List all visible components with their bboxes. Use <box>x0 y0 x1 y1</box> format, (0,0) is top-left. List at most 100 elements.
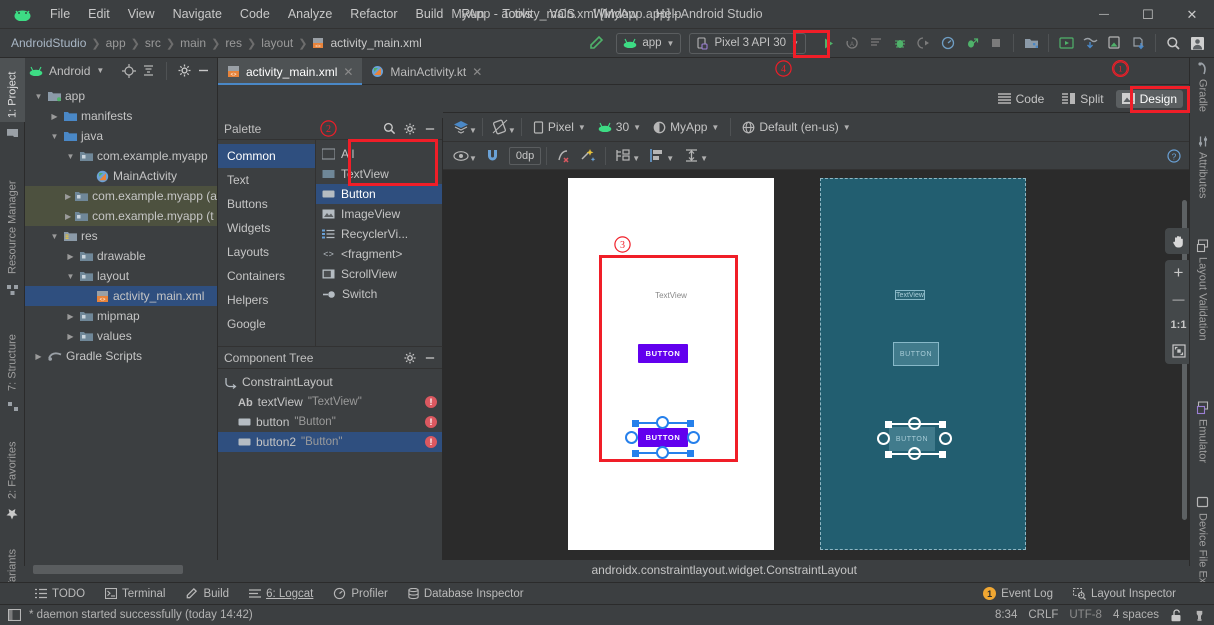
component-tree-list[interactable]: ConstraintLayout Ab textView "TextView"! but… <box>218 369 442 452</box>
palette-category-google[interactable]: Google <box>218 312 315 336</box>
module-selector[interactable]: app ▼ <box>616 32 682 54</box>
api-level-selector[interactable]: 30 ▼ <box>592 116 647 138</box>
hide-panel-icon[interactable] <box>424 352 436 364</box>
infer-constraints-button[interactable] <box>576 144 600 168</box>
handle-corner-bl[interactable] <box>885 450 892 458</box>
close-button[interactable]: ✕ <box>1170 0 1214 29</box>
constraint-handle-right[interactable] <box>939 432 952 445</box>
tree-twisty-icon[interactable]: ▶ <box>65 192 71 201</box>
menu-item-run[interactable]: Run <box>452 4 493 24</box>
design-canvas[interactable]: TextView BUTTON BUTTON TextView BUTTON B… <box>443 170 1189 560</box>
palette-category-list[interactable]: Common Text Buttons Widgets Layouts Container… <box>218 140 316 346</box>
gear-icon[interactable] <box>404 351 416 364</box>
project-tree-node[interactable]: ▼ app <box>25 86 217 106</box>
component-tree-row[interactable]: button "Button"! <box>218 412 442 432</box>
project-tree-node[interactable]: ▶ com.example.myapp (t <box>25 206 217 226</box>
inspection-icon[interactable] <box>1193 609 1206 622</box>
menu-item-edit[interactable]: Edit <box>79 4 119 24</box>
debug-button[interactable] <box>888 31 912 55</box>
caret-position[interactable]: 8:34 <box>995 609 1017 621</box>
component-tree-row[interactable]: Ab textView "TextView"! <box>218 392 442 412</box>
menu-item-build[interactable]: Build <box>407 4 453 24</box>
chevron-down-icon[interactable]: ▼ <box>700 154 708 163</box>
blueprint-button[interactable]: BUTTON <box>893 342 939 366</box>
sidebar-tab-gradle[interactable]: Gradle <box>1190 58 1214 120</box>
breadcrumb-src[interactable]: src <box>142 36 164 50</box>
palette-item-fragment[interactable]: <> <fragment> <box>316 244 442 264</box>
breadcrumb-activity-main-xml[interactable]: activity_main.xml <box>327 36 424 50</box>
tree-twisty-icon[interactable]: ▶ <box>65 252 76 261</box>
breadcrumb-app[interactable]: app <box>103 36 129 50</box>
project-tree-node[interactable]: ▶ Gradle Scripts <box>25 346 217 366</box>
tree-twisty-icon[interactable]: ▼ <box>33 92 44 101</box>
search-icon[interactable] <box>383 122 396 135</box>
bottom-tab-layout-inspector[interactable]: Layout Inspector <box>1063 583 1186 605</box>
hide-panel-icon[interactable] <box>197 64 213 77</box>
clear-constraints-button[interactable] <box>552 144 576 168</box>
help-icon[interactable]: ? <box>1167 148 1181 163</box>
profile-or-debug-apk-button[interactable] <box>1078 31 1102 55</box>
split-mode-button[interactable]: Split <box>1056 90 1109 108</box>
constraint-handle-top[interactable] <box>908 417 921 430</box>
menu-item-code[interactable]: Code <box>231 4 279 24</box>
preview-textview[interactable]: TextView <box>568 291 774 300</box>
sidebar-tab-emulator[interactable]: Emulator <box>1190 398 1214 484</box>
constraint-handle-bottom[interactable] <box>908 447 921 460</box>
tree-twisty-icon[interactable]: ▶ <box>65 312 76 321</box>
palette-item-list[interactable]: All TextView Button ImageView RecyclerVi... <… <box>316 140 442 346</box>
apply-changes-button[interactable]: A <box>840 31 864 55</box>
sidebar-tab-structure[interactable]: 7: Structure <box>0 311 25 395</box>
selection-handles-blueprint-button2[interactable] <box>877 417 952 460</box>
profiler-button[interactable] <box>936 31 960 55</box>
project-tree-node[interactable]: ▶ manifests <box>25 106 217 126</box>
preview-button[interactable]: BUTTON <box>638 344 688 363</box>
device-preview-blueprint[interactable]: TextView BUTTON BUTTON <box>820 178 1026 550</box>
sidebar-tab-resource-manager[interactable]: Resource Manager <box>0 158 25 278</box>
menu-item-tools[interactable]: Tools <box>493 4 540 24</box>
bottom-tab-database-inspector[interactable]: Database Inspector <box>398 583 534 605</box>
project-tree-node[interactable]: ▶ mipmap <box>25 306 217 326</box>
apply-code-changes-button[interactable] <box>864 31 888 55</box>
tree-twisty-icon[interactable]: ▶ <box>65 212 71 221</box>
chevron-down-icon[interactable]: ▼ <box>96 66 104 75</box>
handle-corner-tr[interactable] <box>939 420 946 428</box>
constraint-handle-right[interactable] <box>687 431 700 444</box>
toggle-sidebar-icon[interactable] <box>7 608 22 622</box>
close-icon[interactable]: ✕ <box>343 65 353 79</box>
palette-category-common[interactable]: Common <box>218 144 315 168</box>
menu-item-view[interactable]: View <box>119 4 164 24</box>
bottom-tab-build[interactable]: Build <box>175 583 239 605</box>
attach-debugger-button[interactable] <box>912 31 936 55</box>
palette-item-scrollview[interactable]: ScrollView <box>316 264 442 284</box>
tree-twisty-icon[interactable]: ▶ <box>65 332 76 341</box>
palette-item-imageview[interactable]: ImageView <box>316 204 442 224</box>
chevron-down-icon[interactable]: ▼ <box>666 154 674 163</box>
build-hammer-icon[interactable] <box>588 35 604 51</box>
sdk-manager-button[interactable] <box>1019 31 1043 55</box>
collapse-all-icon[interactable] <box>142 64 155 77</box>
line-separator[interactable]: CRLF <box>1028 609 1058 621</box>
menu-item-help[interactable]: Help <box>647 4 691 24</box>
menu-item-window[interactable]: Window <box>584 4 646 24</box>
project-tree-node[interactable]: ▼ layout <box>25 266 217 286</box>
user-account-icon[interactable] <box>1185 31 1209 55</box>
project-tree-node[interactable]: ▶ drawable <box>25 246 217 266</box>
handle-corner-br[interactable] <box>939 450 946 458</box>
constraint-handle-bottom[interactable] <box>656 446 669 459</box>
bottom-tab-event-log[interactable]: 1 Event Log <box>973 583 1063 605</box>
stop-button[interactable] <box>984 31 1008 55</box>
project-tree-node[interactable]: ▶ com.example.myapp (a <box>25 186 217 206</box>
sidebar-tab-favorites[interactable]: 2: Favorites <box>0 423 25 503</box>
component-tree-row[interactable]: button2 "Button"! <box>218 432 442 452</box>
handle-corner-bl[interactable] <box>632 449 639 457</box>
constraint-handle-top[interactable] <box>656 416 669 429</box>
pan-hand-icon[interactable] <box>1165 228 1192 254</box>
tree-twisty-icon[interactable]: ▼ <box>49 132 60 141</box>
theme-selector[interactable]: MyApp ▼ <box>647 116 725 138</box>
project-tree-node[interactable]: ▼ com.example.myapp <box>25 146 217 166</box>
close-icon[interactable]: ✕ <box>472 65 482 79</box>
device-preview-selector[interactable]: Pixel ▼ <box>527 116 592 138</box>
project-tree-node[interactable]: ▶ values <box>25 326 217 346</box>
device-preview-design[interactable]: TextView BUTTON BUTTON <box>568 178 774 550</box>
editor-tab-mainactivity-kt[interactable]: MainActivity.kt ✕ <box>362 58 491 85</box>
